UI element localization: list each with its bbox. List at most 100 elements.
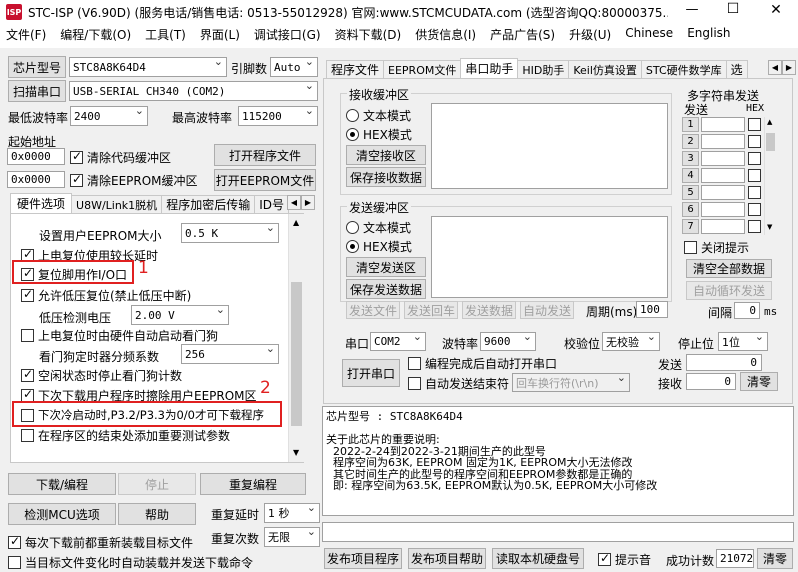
multi-send-input[interactable]: [701, 134, 745, 149]
multi-send-button[interactable]: 3: [682, 151, 699, 166]
tab-right-icon[interactable]: ▶: [301, 195, 315, 210]
recv-hex-radio[interactable]: HEX模式: [346, 126, 412, 143]
clear-send-button[interactable]: 清空发送区: [346, 257, 426, 277]
auto-end-checkbox[interactable]: 自动发送结束符: [408, 375, 509, 392]
baud-select[interactable]: 9600: [480, 332, 536, 351]
tab-hardware[interactable]: 硬件选项: [10, 193, 73, 213]
send-file-button[interactable]: 发送文件: [346, 301, 400, 319]
multi-hex-checkbox[interactable]: [748, 169, 765, 182]
multi-send-button[interactable]: 1: [682, 117, 699, 132]
tab-encrypt[interactable]: 程序加密后传输: [161, 195, 256, 213]
chip-model-select[interactable]: STC8A8K64D4: [69, 57, 227, 77]
tab-eeprom-file[interactable]: EEPROM文件: [383, 60, 462, 78]
code-address-input[interactable]: 0x0000: [7, 148, 65, 165]
tab-id[interactable]: ID号: [254, 195, 289, 213]
end-char-select[interactable]: 回车换行符(\r\n): [512, 373, 630, 392]
clear-all-button[interactable]: 清空全部数据: [686, 259, 772, 278]
clear-success-button[interactable]: 清零: [757, 548, 793, 569]
close-tip-checkbox[interactable]: 关闭提示: [684, 239, 749, 256]
interval-input[interactable]: 0: [734, 302, 760, 319]
repeat-count-select[interactable]: 无限: [264, 527, 320, 547]
multi-hex-checkbox[interactable]: [748, 220, 765, 233]
save-send-button[interactable]: 保存发送数据: [346, 279, 426, 299]
pins-select[interactable]: Auto: [270, 57, 318, 77]
menu-supply[interactable]: 供货信息(I): [415, 26, 476, 46]
port-select[interactable]: USB-SERIAL CH340 (COM2): [69, 81, 318, 101]
low-voltage-reset-checkbox[interactable]: 允许低压复位(禁止低压中断): [21, 287, 191, 304]
download-button[interactable]: 下载/编程: [8, 473, 116, 495]
menu-english[interactable]: English: [687, 26, 730, 46]
eeprom-address-input[interactable]: 0x0000: [7, 171, 65, 188]
multi-send-input[interactable]: [701, 185, 745, 200]
beep-checkbox[interactable]: 提示音: [598, 551, 651, 568]
multi-hex-checkbox[interactable]: [748, 203, 765, 216]
read-disk-button[interactable]: 读取本机硬盘号: [492, 548, 584, 569]
maximize-icon[interactable]: ☐: [721, 1, 745, 17]
tab-u8w[interactable]: U8W/Link1脱机: [71, 195, 163, 213]
tab-serial-assistant[interactable]: 串口助手: [460, 58, 519, 78]
multi-scrollbar[interactable]: ▲ ▼: [764, 117, 776, 235]
multi-hex-checkbox[interactable]: [748, 152, 765, 165]
stop-select[interactable]: 1位: [718, 332, 768, 351]
tab-keil[interactable]: Keil仿真设置: [568, 60, 642, 78]
tab-more[interactable]: 选: [725, 60, 748, 78]
port-select[interactable]: COM2: [370, 332, 426, 351]
open-port-button[interactable]: 打开串口: [342, 359, 400, 387]
tab-math-lib[interactable]: STC硬件数学库: [640, 60, 727, 78]
scroll-down-icon[interactable]: ▼: [767, 223, 772, 231]
menu-docs[interactable]: 资料下载(D): [335, 26, 402, 46]
tab-right-icon[interactable]: ▶: [782, 60, 796, 75]
test-params-checkbox[interactable]: 在程序区的结束处添加重要测试参数: [21, 427, 230, 444]
multi-send-input[interactable]: [701, 151, 745, 166]
options-scrollbar[interactable]: ▲ ▼: [288, 214, 304, 462]
auto-send-button[interactable]: 自动发送: [520, 301, 574, 319]
help-button[interactable]: 帮助: [118, 503, 196, 525]
menu-ads[interactable]: 产品广告(S): [490, 26, 555, 46]
clear-count-button[interactable]: 清零: [740, 372, 778, 391]
scroll-thumb[interactable]: [291, 282, 302, 426]
multi-send-input[interactable]: [701, 202, 745, 217]
low-voltage-select[interactable]: 2.00 V: [131, 305, 229, 325]
send-data-button[interactable]: 发送数据: [462, 301, 516, 319]
multi-send-button[interactable]: 6: [682, 202, 699, 217]
send-return-button[interactable]: 发送回车: [404, 301, 458, 319]
scroll-down-icon[interactable]: ▼: [293, 448, 299, 457]
period-input[interactable]: 100: [636, 301, 668, 318]
multi-send-button[interactable]: 4: [682, 168, 699, 183]
stop-button[interactable]: 停止: [118, 473, 196, 495]
send-textarea[interactable]: [431, 216, 668, 298]
menu-program[interactable]: 编程/下载(O): [60, 26, 131, 46]
multi-send-button[interactable]: 7: [682, 219, 699, 234]
scroll-up-icon[interactable]: ▲: [767, 118, 772, 126]
send-hex-radio[interactable]: HEX模式: [346, 238, 412, 255]
recv-text-radio[interactable]: 文本模式: [346, 107, 411, 124]
multi-send-button[interactable]: 5: [682, 185, 699, 200]
auto-loop-button[interactable]: 自动循环发送: [686, 281, 772, 300]
multi-hex-checkbox[interactable]: [748, 186, 765, 199]
save-receive-button[interactable]: 保存接收数据: [346, 167, 426, 187]
minimize-icon[interactable]: —: [680, 2, 704, 17]
tab-left-icon[interactable]: ◀: [287, 195, 301, 210]
repeat-delay-select[interactable]: 1 秒: [264, 503, 320, 523]
menu-file[interactable]: 文件(F): [6, 26, 46, 46]
multi-hex-checkbox[interactable]: [748, 118, 765, 131]
close-icon[interactable]: ✕: [764, 2, 788, 18]
multi-send-input[interactable]: [701, 117, 745, 132]
scan-port-button[interactable]: 扫描串口: [8, 80, 66, 102]
eeprom-size-select[interactable]: 0.5 K: [181, 223, 279, 243]
scroll-up-icon[interactable]: ▲: [293, 218, 299, 227]
idle-wdt-checkbox[interactable]: 空闲状态时停止看门狗计数: [21, 367, 182, 384]
auto-load-checkbox[interactable]: 当目标文件变化时自动装载并发送下载命令: [8, 554, 253, 571]
min-baud-select[interactable]: 2400: [70, 106, 148, 126]
multi-send-input[interactable]: [701, 219, 745, 234]
tab-left-icon[interactable]: ◀: [768, 60, 782, 75]
reload-before-checkbox[interactable]: 每次下载前都重新装载目标文件: [8, 534, 193, 551]
clear-code-checkbox[interactable]: 清除代码缓冲区: [70, 149, 171, 166]
wdt-start-checkbox[interactable]: 上电复位时由硬件自动启动看门狗: [21, 327, 218, 344]
send-text-radio[interactable]: 文本模式: [346, 219, 411, 236]
tab-program-file[interactable]: 程序文件: [326, 60, 385, 78]
tab-hid[interactable]: HID助手: [517, 60, 570, 78]
repeat-program-button[interactable]: 重复编程: [200, 473, 306, 495]
receive-textarea[interactable]: [431, 103, 668, 189]
clear-receive-button[interactable]: 清空接收区: [346, 145, 426, 165]
